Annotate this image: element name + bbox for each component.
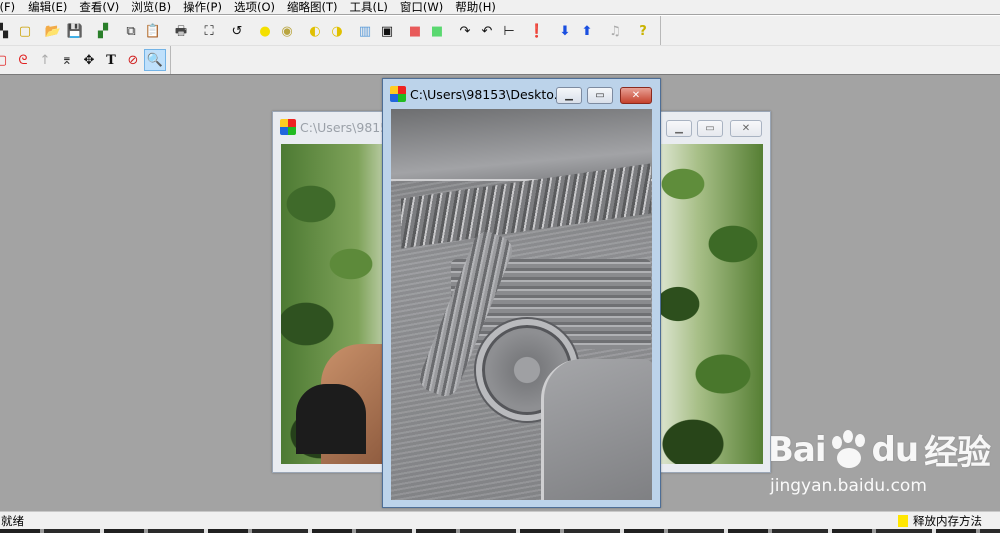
foliage-right bbox=[653, 144, 763, 464]
menu-tools[interactable]: 工具(L) bbox=[350, 0, 388, 14]
new-icon[interactable]: ▢ bbox=[14, 20, 36, 42]
watermark-url: jingyan.baidu.com bbox=[770, 476, 927, 496]
logo-text-right: 经验 bbox=[924, 433, 991, 473]
menu-bar: 牛(F) 编辑(E) 查看(V) 浏览(B) 操作(P) 选项(O) 缩略图(T… bbox=[0, 0, 1000, 14]
down-arrow-icon[interactable]: ⬇ bbox=[554, 20, 576, 42]
up-arrow-icon[interactable]: ⬆ bbox=[576, 20, 598, 42]
memory-status: 释放内存方法 bbox=[898, 513, 982, 529]
lasso-icon[interactable]: ᘓ bbox=[12, 49, 34, 71]
rotate-right-icon[interactable]: ↷ bbox=[454, 20, 476, 42]
print-icon[interactable]: 🖶 bbox=[170, 20, 192, 42]
half-dot-icon[interactable]: ◐ bbox=[304, 20, 326, 42]
minimize-button[interactable]: ▁ bbox=[556, 87, 582, 104]
green-square-icon[interactable]: ■ bbox=[426, 20, 448, 42]
maximize-button[interactable]: ▭ bbox=[697, 120, 723, 137]
logo-text-left: Bai bbox=[768, 429, 827, 470]
save-icon[interactable]: 💾 bbox=[64, 20, 86, 42]
rotate-left-icon[interactable]: ↶ bbox=[476, 20, 498, 42]
tools-toolbar: ▢ ᘓ ↑ ⌆ ✥ T ⊘ 🔍 bbox=[0, 45, 1000, 75]
move-icon[interactable]: ✥ bbox=[78, 49, 100, 71]
red-square-icon[interactable]: ■ bbox=[404, 20, 426, 42]
fill-icon[interactable]: ⌆ bbox=[56, 49, 78, 71]
menu-browse[interactable]: 浏览(B) bbox=[131, 0, 171, 14]
embossed-photo bbox=[391, 109, 652, 500]
copy-icon[interactable]: ⧉ bbox=[120, 20, 142, 42]
crop-tool-icon[interactable]: ⊢ bbox=[498, 20, 520, 42]
paw-icon bbox=[828, 429, 870, 470]
scan-icon[interactable]: ▚ bbox=[0, 20, 14, 42]
memory-status-text: 释放内存方法 bbox=[913, 514, 982, 528]
menu-window[interactable]: 窗口(W) bbox=[400, 0, 443, 14]
menu-edit[interactable]: 编辑(E) bbox=[28, 0, 67, 14]
arrow-up-icon[interactable]: ↑ bbox=[34, 49, 56, 71]
open-icon[interactable]: 📂 bbox=[42, 20, 64, 42]
app-icon bbox=[390, 86, 406, 102]
frame-square-icon[interactable]: ▣ bbox=[376, 20, 398, 42]
paste-new-icon[interactable]: ▞ bbox=[92, 20, 114, 42]
help-icon[interactable]: ? bbox=[632, 20, 654, 42]
main-toolbar: ▚ ▢ 📂 💾 ▞ ⧉ 📋 🖶 ⛶ ↺ ● ◉ ◐ ◑ ▥ ▣ ■ ■ ↷ ↶ … bbox=[0, 15, 1000, 46]
select-rect-icon[interactable]: ▢ bbox=[0, 49, 12, 71]
front-window-title: C:\Users\98153\Deskto... bbox=[410, 86, 566, 102]
taskbar-edge bbox=[0, 529, 1000, 533]
status-text: 就绪 bbox=[1, 514, 24, 528]
no-sign-icon[interactable]: ⊘ bbox=[122, 49, 144, 71]
status-bar: 就绪 释放内存方法 bbox=[0, 511, 1000, 530]
menu-file[interactable]: 牛(F) bbox=[0, 0, 15, 14]
fit-icon[interactable]: ⛶ bbox=[198, 20, 220, 42]
menu-help[interactable]: 帮助(H) bbox=[455, 0, 496, 14]
gradient-square-icon[interactable]: ▥ bbox=[354, 20, 376, 42]
menu-operation[interactable]: 操作(P) bbox=[183, 0, 222, 14]
app-icon bbox=[280, 119, 296, 135]
menu-view[interactable]: 查看(V) bbox=[79, 0, 119, 14]
zoom-icon[interactable]: 🔍 bbox=[144, 49, 166, 71]
person-shirt bbox=[296, 384, 366, 454]
image-window-front[interactable]: C:\Users\98153\Deskto... ▁ ▭ ✕ bbox=[382, 78, 661, 508]
memory-indicator-icon bbox=[898, 515, 908, 527]
maximize-button[interactable]: ▭ bbox=[587, 87, 613, 104]
minimize-button[interactable]: ▁ bbox=[666, 120, 692, 137]
logo-text-mid: du bbox=[871, 429, 920, 470]
front-window-titlebar[interactable]: C:\Users\98153\Deskto... ▁ ▭ ✕ bbox=[383, 79, 660, 109]
gray-yellow-dot-icon[interactable]: ◉ bbox=[276, 20, 298, 42]
undo-icon[interactable]: ↺ bbox=[226, 20, 248, 42]
half-dot-alt-icon[interactable]: ◑ bbox=[326, 20, 348, 42]
info-icon[interactable]: ❗ bbox=[526, 20, 548, 42]
close-button[interactable]: ✕ bbox=[620, 87, 652, 104]
menu-thumbnails[interactable]: 缩略图(T) bbox=[287, 0, 338, 14]
text-icon[interactable]: T bbox=[100, 49, 122, 71]
close-button[interactable]: ✕ bbox=[730, 120, 762, 137]
paste-icon[interactable]: 📋 bbox=[142, 20, 164, 42]
baidu-logo: Bai du 经验 bbox=[768, 425, 991, 474]
menu-options[interactable]: 选项(O) bbox=[234, 0, 275, 14]
baidu-watermark: Bai du 经验 jingyan.baidu.com bbox=[768, 425, 991, 496]
yellow-dot-icon[interactable]: ● bbox=[254, 20, 276, 42]
car-seat bbox=[541, 359, 652, 500]
music-note-icon[interactable]: ♫ bbox=[604, 20, 626, 42]
